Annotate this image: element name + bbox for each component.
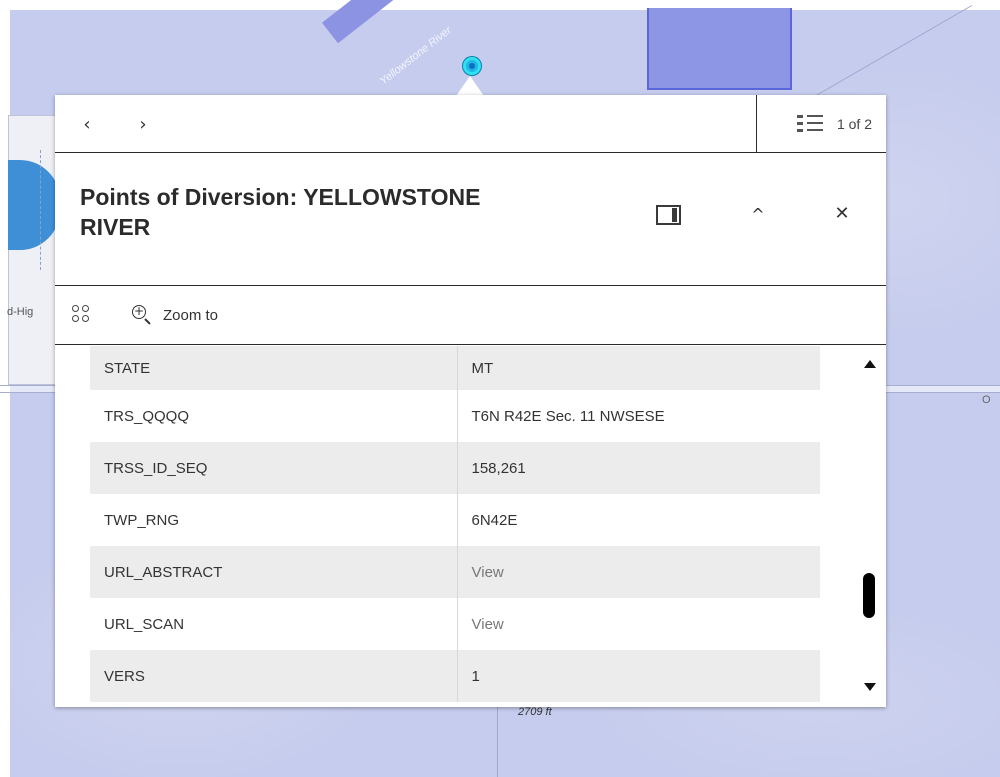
- table-row: URL_ABSTRACT View: [90, 546, 820, 598]
- pager-count: 1 of 2: [836, 116, 872, 132]
- map-road-label: d-Hig: [7, 306, 34, 318]
- table-row: URL_SCAN View: [90, 598, 820, 650]
- collapse-button[interactable]: ^: [747, 205, 769, 227]
- attribute-key: URL_SCAN: [90, 598, 458, 650]
- attribute-key: URL_ABSTRACT: [90, 546, 458, 598]
- attribute-key: TRSS_ID_SEQ: [90, 442, 458, 494]
- attribute-key: TWP_RNG: [90, 494, 458, 546]
- previous-feature-button[interactable]: ‹: [75, 113, 99, 137]
- attribute-key: VERS: [90, 650, 458, 702]
- chevron-up-icon: ^: [751, 205, 765, 224]
- next-feature-button[interactable]: ›: [131, 113, 155, 137]
- scrollbar-thumb[interactable]: [863, 573, 875, 618]
- close-button[interactable]: ✕: [831, 203, 853, 225]
- close-icon: ✕: [834, 203, 850, 224]
- map-river-label: Yellowstone River: [377, 24, 454, 88]
- scroll-up-arrow-icon[interactable]: [864, 360, 876, 368]
- popup-action-bar: + Zoom to: [55, 286, 886, 345]
- scrollbar[interactable]: [855, 346, 885, 707]
- scan-view-link[interactable]: View: [457, 598, 820, 650]
- map-edge: [0, 0, 1000, 10]
- dock-button[interactable]: [656, 205, 681, 225]
- chevron-left-icon: ‹: [83, 114, 91, 135]
- attribute-key: STATE: [90, 346, 458, 390]
- table-row: VERS 1: [90, 650, 820, 702]
- feature-list-button[interactable]: 1 of 2: [756, 95, 886, 153]
- popup-title-bar: Points of Diversion: YELLOWSTONE RIVER ^…: [55, 153, 886, 286]
- map-contour-line: [497, 705, 498, 777]
- popup-header: ‹ › 1 of 2: [55, 95, 886, 153]
- chevron-right-icon: ›: [139, 114, 147, 135]
- map-elevation-label: 2709 ft: [518, 706, 552, 718]
- abstract-view-link[interactable]: View: [457, 546, 820, 598]
- scroll-down-arrow-icon[interactable]: [864, 683, 876, 691]
- table-row: TWP_RNG 6N42E: [90, 494, 820, 546]
- attribute-value: 1: [457, 650, 820, 702]
- map-parcel-highlight[interactable]: [647, 8, 792, 90]
- table-row: TRSS_ID_SEQ 158,261: [90, 442, 820, 494]
- attribute-table: STATE MT TRS_QQQQ T6N R42E Sec. 11 NWSES…: [90, 346, 820, 702]
- options-grid-button[interactable]: [72, 305, 90, 325]
- attribute-content[interactable]: STATE MT TRS_QQQQ T6N R42E Sec. 11 NWSES…: [55, 346, 886, 707]
- map-road-label-right: O: [982, 394, 991, 406]
- zoom-in-icon: +: [131, 304, 153, 326]
- table-row: STATE MT: [90, 346, 820, 390]
- list-icon: [796, 111, 827, 137]
- feature-popup: ‹ › 1 of 2 Points of Diversion: YELLOWST…: [55, 95, 886, 707]
- zoom-to-button[interactable]: + Zoom to: [131, 302, 218, 328]
- popup-title: Points of Diversion: YELLOWSTONE RIVER: [80, 184, 481, 240]
- attribute-value: 158,261: [457, 442, 820, 494]
- map-boundary-line: [40, 150, 42, 270]
- attribute-key: TRS_QQQQ: [90, 390, 458, 442]
- attribute-value: MT: [457, 346, 820, 390]
- attribute-value: T6N R42E Sec. 11 NWSESE: [471, 407, 665, 425]
- map-feature-marker-dot: [469, 63, 475, 69]
- popup-pointer: [456, 76, 484, 96]
- map-inset: d-Hig: [7, 115, 58, 385]
- attribute-value: 6N42E: [471, 511, 518, 529]
- zoom-to-label: Zoom to: [163, 306, 219, 324]
- table-row: TRS_QQQQ T6N R42E Sec. 11 NWSESE: [90, 390, 820, 442]
